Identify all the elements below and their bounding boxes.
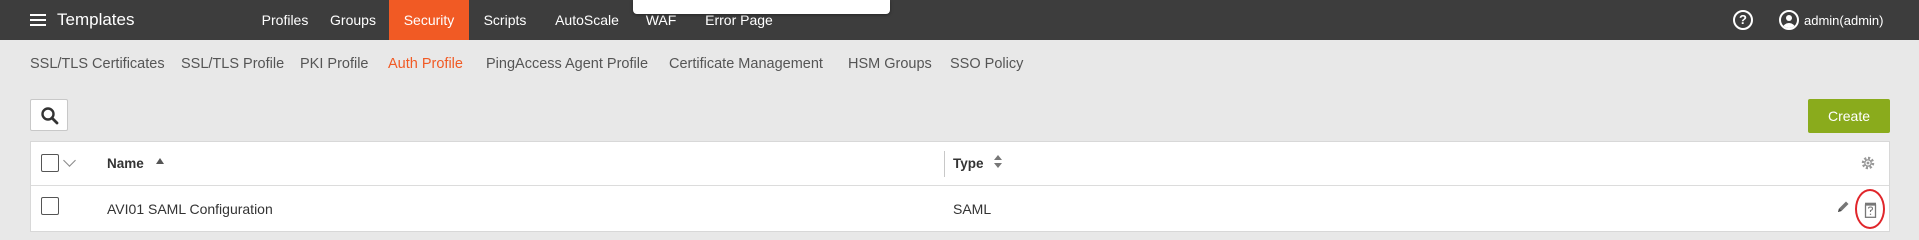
- tab-ssl-tls-certificates[interactable]: SSL/TLS Certificates: [30, 56, 165, 72]
- gear-icon[interactable]: [1859, 154, 1877, 172]
- column-header-name[interactable]: Name: [107, 156, 144, 171]
- tab-pingaccess-agent-profile[interactable]: PingAccess Agent Profile: [486, 56, 648, 72]
- dropdown-popup: [633, 0, 890, 14]
- column-header-type[interactable]: Type: [953, 156, 984, 171]
- delete-icon: [1864, 202, 1877, 218]
- sort-up-icon[interactable]: [156, 158, 164, 164]
- nav-profiles[interactable]: Profiles: [248, 0, 322, 40]
- sub-nav: SSL/TLS Certificates SSL/TLS Profile PKI…: [0, 40, 1919, 90]
- row-checkbox[interactable]: [41, 197, 59, 215]
- nav-scripts[interactable]: Scripts: [475, 0, 535, 40]
- cell-name[interactable]: AVI01 SAML Configuration: [107, 201, 273, 217]
- app-title: Templates: [57, 10, 135, 29]
- nav-groups[interactable]: Groups: [322, 0, 384, 40]
- user-menu[interactable]: admin(admin): [1779, 10, 1883, 30]
- search-button[interactable]: [30, 99, 68, 131]
- nav-security[interactable]: Security: [389, 0, 469, 40]
- menu-icon[interactable]: [30, 14, 46, 26]
- tab-pki-profile[interactable]: PKI Profile: [300, 56, 369, 72]
- tab-ssl-tls-profile[interactable]: SSL/TLS Profile: [181, 56, 284, 72]
- search-icon: [41, 107, 59, 125]
- help-icon[interactable]: ?: [1733, 10, 1753, 30]
- nav-autoscale[interactable]: AutoScale: [550, 0, 624, 40]
- select-all-checkbox[interactable]: [41, 154, 59, 172]
- tab-auth-profile[interactable]: Auth Profile: [388, 56, 463, 72]
- tab-sso-policy[interactable]: SSO Policy: [950, 56, 1023, 72]
- sort-icon[interactable]: [994, 155, 1002, 169]
- chevron-down-icon[interactable]: [63, 154, 76, 167]
- user-name: admin(admin): [1804, 12, 1884, 28]
- pencil-icon[interactable]: [1835, 199, 1851, 215]
- tab-certificate-management[interactable]: Certificate Management: [669, 56, 823, 72]
- delete-button[interactable]: [1855, 189, 1885, 229]
- create-button[interactable]: Create: [1808, 99, 1890, 133]
- table-header: Name Type: [31, 142, 1889, 186]
- tab-hsm-groups[interactable]: HSM Groups: [848, 56, 932, 72]
- cell-type: SAML: [953, 201, 992, 217]
- top-bar: Templates Profiles Groups Security Scrip…: [0, 0, 1919, 40]
- column-divider[interactable]: [944, 151, 945, 177]
- table-row[interactable]: AVI01 SAML Configuration SAML: [31, 187, 1889, 232]
- auth-profile-table: Name Type AVI01 SAML Configuration SAML: [30, 141, 1890, 232]
- user-icon: [1779, 10, 1799, 30]
